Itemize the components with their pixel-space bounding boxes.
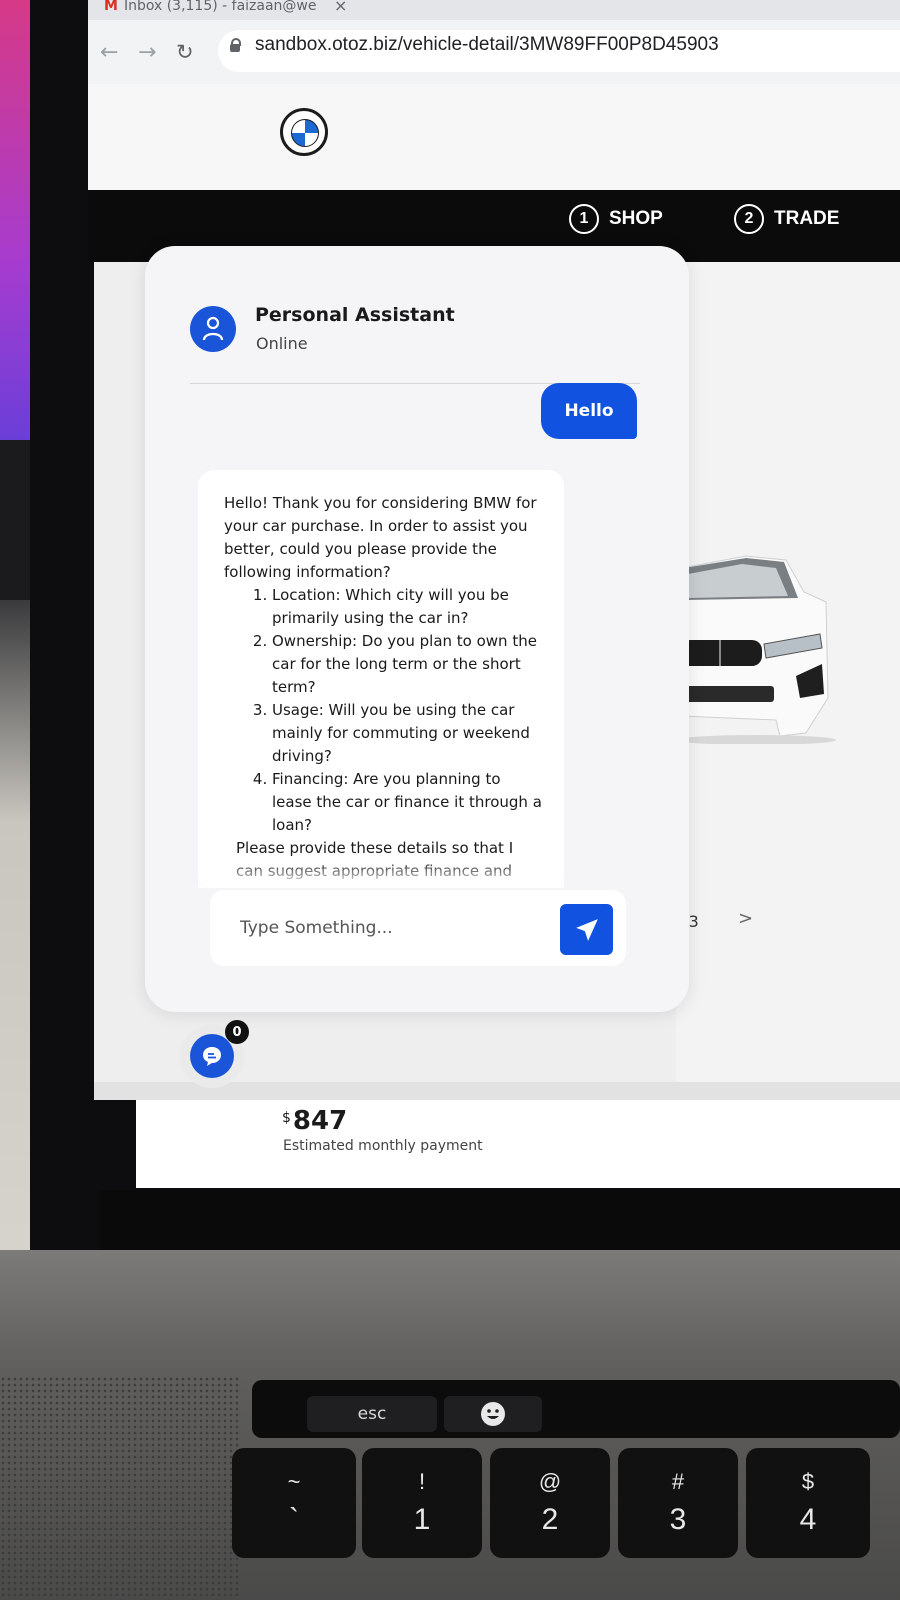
step-trade[interactable]: 2 TRADE [734,204,839,234]
key-symbol: @ [538,1469,562,1494]
list-item: Location: Which city will you be primari… [272,584,544,630]
assistant-status: Online [256,334,308,353]
payment-summary [136,1100,900,1188]
step-label: TRADE [774,208,840,229]
vehicle-image [676,555,836,744]
gmail-icon: M [104,0,118,14]
chat-launcher-button[interactable] [190,1034,234,1078]
bot-question-list: Location: Which city will you be primari… [224,584,544,837]
step-label: SHOP [609,208,663,229]
gallery-next-icon[interactable]: > [738,908,753,929]
forward-arrow-icon[interactable]: → [138,40,156,65]
list-item: Financing: Are you planning to lease the… [272,768,544,837]
send-icon [575,918,598,941]
key-char: 1 [413,1503,431,1536]
speaker-grille [0,1376,240,1600]
list-item: Usage: Will you be using the car mainly … [272,699,544,768]
assistant-avatar [190,306,236,352]
lock-icon [230,38,241,52]
bmw-logo[interactable] [280,108,328,156]
emoji-icon [481,1402,505,1426]
esc-key[interactable]: esc [307,1396,437,1432]
site-header [88,84,900,190]
key-4[interactable]: $ 4 [746,1448,870,1558]
key-symbol: $ [801,1469,815,1494]
key-1[interactable]: ! 1 [362,1448,482,1558]
user-message-bubble: Hello [541,383,637,439]
key-symbol: ! [418,1469,426,1494]
list-item: Ownership: Do you plan to own the car fo… [272,630,544,699]
monthly-price: $ 847 [282,1106,347,1136]
key-char: 2 [541,1503,559,1536]
browser-tab[interactable]: M Inbox (3,115) - faizaan@we [104,0,317,18]
key-symbol: # [671,1469,685,1494]
emoji-key[interactable] [444,1396,542,1432]
key-char: 4 [799,1503,817,1536]
key-char: 3 [669,1503,687,1536]
key-backtick[interactable]: ~ ` [232,1448,356,1558]
user-icon [202,316,224,341]
scroll-fade [198,860,564,888]
bot-message-bubble: Hello! Thank you for considering BMW for… [198,470,564,888]
key-3[interactable]: # 3 [618,1448,738,1558]
key-2[interactable]: @ 2 [490,1448,610,1558]
send-button[interactable] [560,904,613,955]
bmw-roundel-icon [291,119,319,147]
price-caption: Estimated monthly payment [283,1138,483,1154]
step-number: 2 [734,204,764,234]
step-shop[interactable]: 1 SHOP [569,204,663,234]
message-input[interactable] [238,912,562,944]
chat-bubble-icon [203,1047,221,1066]
unread-badge: 0 [225,1020,249,1044]
price-amount: 847 [292,1106,348,1136]
tab-close-icon[interactable]: × [334,0,347,15]
bot-intro-text: Hello! Thank you for considering BMW for… [224,494,537,581]
currency-symbol: $ [282,1110,291,1126]
assistant-name: Personal Assistant [255,304,455,326]
step-number: 1 [569,204,599,234]
key-symbol: ~ [287,1469,301,1494]
back-arrow-icon[interactable]: ← [100,40,118,65]
url-text: sandbox.otoz.biz/vehicle-detail/3MW89FF0… [255,34,719,55]
reload-icon[interactable]: ↻ [176,40,194,64]
tab-title: Inbox (3,115) - faizaan@we [123,0,317,14]
divider [94,1082,900,1100]
key-char: ` [289,1503,299,1536]
